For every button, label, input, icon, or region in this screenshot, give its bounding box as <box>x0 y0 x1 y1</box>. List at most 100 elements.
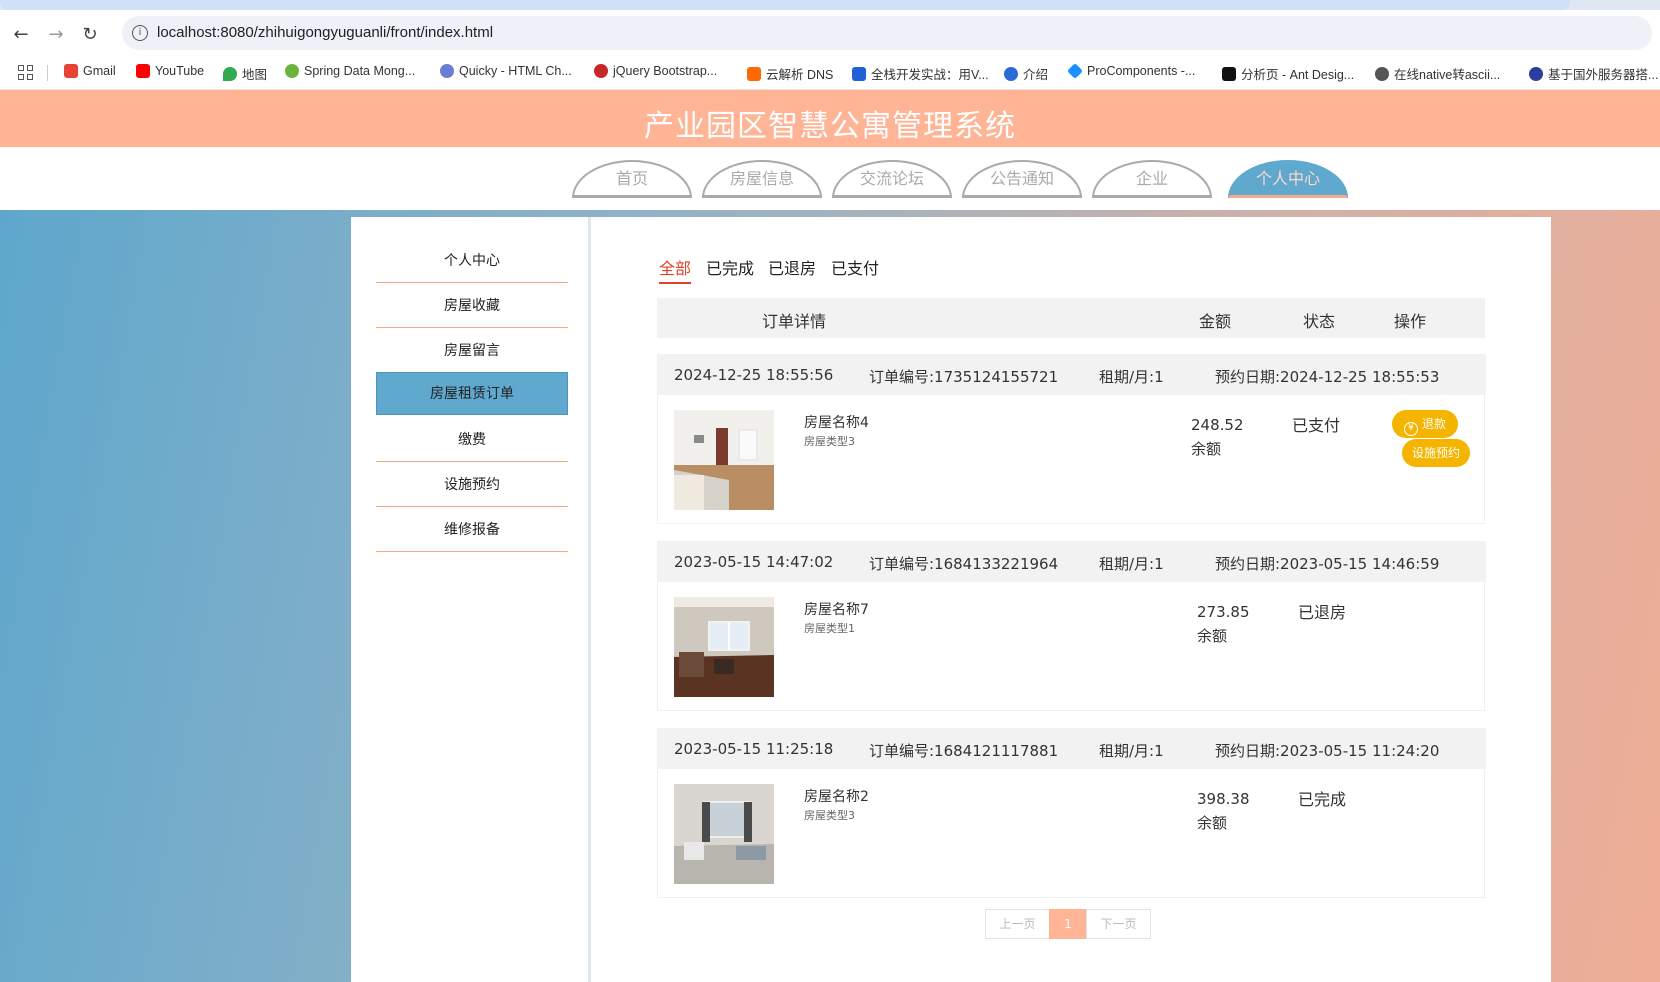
bookmark-label: 介绍 <box>1023 68 1049 82</box>
jquery-icon <box>594 64 608 78</box>
nav-tab-personal-center[interactable]: 个人中心 <box>1228 160 1348 198</box>
bookmark-aliyun-dns[interactable]: 云解析 DNS <box>747 64 833 83</box>
filter-tab-completed[interactable]: 已完成 <box>706 255 754 282</box>
bookmark-label: jQuery Bootstrap... <box>613 64 718 78</box>
bookmark-jquery-bootstrap[interactable]: jQuery Bootstrap... <box>594 64 717 78</box>
main-nav: 首页 房屋信息 交流论坛 公告通知 企业 个人中心 <box>0 147 1660 210</box>
bookmark-label: 全栈开发实战：用V... <box>871 68 989 82</box>
sidebar-item-house-messages[interactable]: 房屋留言 <box>376 330 568 373</box>
order-time: 2023-05-15 14:47:02 <box>674 553 834 571</box>
bookmark-foreign-server[interactable]: 基于国外服务器搭... <box>1529 64 1658 83</box>
order-period: 租期/月:1 <box>1099 555 1164 573</box>
order-number: 订单编号:1684121117881 <box>869 742 1059 760</box>
sidebar-item-house-favorites[interactable]: 房屋收藏 <box>376 285 568 328</box>
house-name[interactable]: 房屋名称4 <box>804 412 869 432</box>
payment-method: 余额 <box>1197 627 1228 645</box>
youtube-icon <box>136 64 150 78</box>
order-card: 2024-12-25 18:55:56 订单编号:1735124155721 租… <box>657 354 1486 524</box>
bookmark-label: 在线native转ascii... <box>1394 68 1501 82</box>
payment-method: 余额 <box>1197 814 1228 832</box>
order-status: 已完成 <box>1298 790 1347 809</box>
page-number-button[interactable]: 1 <box>1049 909 1087 939</box>
house-thumbnail[interactable] <box>674 597 774 697</box>
order-number: 订单编号:1684133221964 <box>869 555 1059 573</box>
orders-main: 全部 已完成 已退房 已支付 订单详情 金额 状态 操作 2024-12-25 … <box>657 217 1486 982</box>
col-detail: 订单详情 <box>762 312 827 331</box>
diamond-icon <box>1067 63 1083 79</box>
bookmark-label: 云解析 DNS <box>766 68 834 82</box>
next-page-button[interactable]: 下一页 <box>1086 909 1151 939</box>
reload-icon[interactable]: ↻ <box>78 22 102 46</box>
bookmark-fullstack[interactable]: 全栈开发实战：用V... <box>852 64 989 83</box>
bookmark-youtube[interactable]: YouTube <box>136 64 204 78</box>
filter-tab-checked-out[interactable]: 已退房 <box>768 255 816 282</box>
house-thumbnail[interactable] <box>674 784 774 884</box>
refund-button[interactable]: ¥ 退款 <box>1392 410 1458 438</box>
bookmark-spring-data[interactable]: Spring Data Mong... <box>285 64 415 78</box>
address-bar[interactable]: i localhost:8080/zhihuigongyuguanli/fron… <box>122 16 1652 50</box>
browser-toolbar: ← → ↻ i localhost:8080/zhihuigongyuguanl… <box>0 10 1660 56</box>
globe-icon <box>1004 66 1018 81</box>
bookmark-label: YouTube <box>155 64 205 78</box>
sidebar-item-payment[interactable]: 缴费 <box>376 419 568 462</box>
server-icon <box>1529 66 1543 81</box>
bookmark-label: ProComponents -... <box>1087 64 1196 78</box>
refund-label: 退款 <box>1421 417 1446 431</box>
sidebar-item-rental-orders[interactable]: 房屋租赁订单 <box>376 372 568 415</box>
bookmark-ant-design[interactable]: 分析页 - Ant Desig... <box>1222 64 1354 83</box>
site-header: 产业园区智慧公寓管理系统 <box>0 90 1660 147</box>
nav-tab-home[interactable]: 首页 <box>572 160 692 198</box>
filter-tab-paid[interactable]: 已支付 <box>831 255 879 282</box>
house-name[interactable]: 房屋名称7 <box>804 599 869 619</box>
aliyun-icon <box>747 66 761 81</box>
order-reserve-date: 预约日期:2024-12-25 18:55:53 <box>1215 368 1440 386</box>
facility-booking-button[interactable]: 设施预约 <box>1402 439 1470 467</box>
bookmarks-bar: Gmail YouTube 地图 Spring Data Mong... Qui… <box>0 56 1660 90</box>
bookmark-procomponents[interactable]: ProComponents -... <box>1067 63 1196 79</box>
bookmark-label: Gmail <box>83 64 116 78</box>
house-type: 房屋类型1 <box>804 622 855 635</box>
bookmark-gmail[interactable]: Gmail <box>64 64 116 78</box>
url-text[interactable]: localhost:8080/zhihuigongyuguanli/front/… <box>157 24 493 41</box>
pro-icon <box>1222 66 1236 81</box>
order-status: 已支付 <box>1292 416 1341 435</box>
bookmark-label: 地图 <box>242 68 268 82</box>
pagination: 上一页 1 下一页 <box>657 909 1485 939</box>
spring-leaf-icon <box>285 64 299 78</box>
site-title: 产业园区智慧公寓管理系统 <box>644 109 1016 144</box>
order-meta: 2024-12-25 18:55:56 订单编号:1735124155721 租… <box>658 355 1486 395</box>
house-name[interactable]: 房屋名称2 <box>804 786 869 806</box>
nav-tab-forum[interactable]: 交流论坛 <box>832 160 952 198</box>
sidebar-item-personal-center[interactable]: 个人中心 <box>376 240 568 283</box>
order-reserve-date: 预约日期:2023-05-15 11:24:20 <box>1215 742 1440 760</box>
nav-tab-house-info[interactable]: 房屋信息 <box>702 160 822 198</box>
browser-tabstrip <box>0 0 1660 10</box>
nav-tab-enterprise[interactable]: 企业 <box>1092 160 1212 198</box>
site-info-icon[interactable]: i <box>132 25 148 41</box>
payment-method: 余额 <box>1191 440 1222 458</box>
sidebar-item-facility-booking[interactable]: 设施预约 <box>376 464 568 507</box>
active-tab[interactable] <box>0 0 1570 10</box>
nav-tab-notice[interactable]: 公告通知 <box>962 160 1082 198</box>
bookmark-native-ascii[interactable]: 在线native转ascii... <box>1375 64 1500 83</box>
order-card: 2023-05-15 11:25:18 订单编号:1684121117881 租… <box>657 728 1486 898</box>
forward-icon[interactable]: → <box>44 22 68 46</box>
order-status: 已退房 <box>1298 603 1347 622</box>
bookmark-label: 分析页 - Ant Desig... <box>1241 68 1355 82</box>
order-amount: 273.85 余额 <box>1197 600 1250 648</box>
col-status: 状态 <box>1303 312 1336 331</box>
apps-grid-icon[interactable] <box>18 65 34 81</box>
bookmark-maps[interactable]: 地图 <box>223 64 267 83</box>
bookmarks-separator <box>47 65 48 81</box>
bookmark-intro[interactable]: 介绍 <box>1004 64 1048 83</box>
order-amount: 248.52 余额 <box>1191 413 1244 461</box>
filter-tab-all[interactable]: 全部 <box>659 255 692 284</box>
house-thumbnail[interactable] <box>674 410 774 510</box>
back-icon[interactable]: ← <box>9 22 33 46</box>
sidebar-item-repair-report[interactable]: 维修报备 <box>376 509 568 552</box>
prev-page-button[interactable]: 上一页 <box>985 909 1050 939</box>
order-period: 租期/月:1 <box>1099 368 1164 386</box>
order-meta: 2023-05-15 14:47:02 订单编号:1684133221964 租… <box>658 542 1486 582</box>
yen-icon: ¥ <box>1403 422 1418 436</box>
bookmark-quicky[interactable]: Quicky - HTML Ch... <box>440 64 572 78</box>
